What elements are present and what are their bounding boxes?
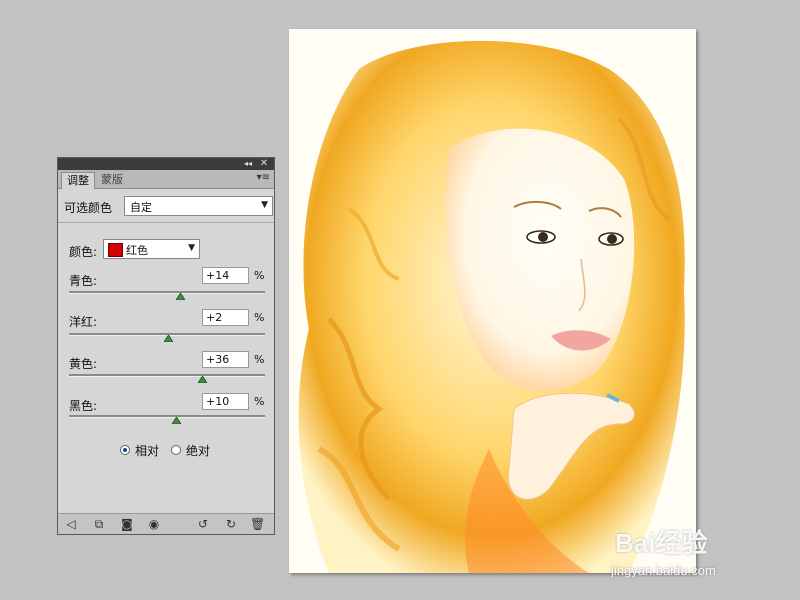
- colors-value: 红色: [126, 244, 148, 257]
- magenta-input[interactable]: +2: [202, 309, 249, 326]
- adjustments-panel: ◂◂ ✕ 调整 蒙版 ▾≡ 可选颜色 自定 ▼ 颜色: 红色 ▼ 青色: +14…: [57, 157, 275, 535]
- document-canvas[interactable]: [289, 29, 696, 573]
- percent-unit: %: [254, 269, 265, 282]
- chevron-down-icon: ▼: [261, 200, 268, 210]
- colors-label: 颜色:: [69, 245, 98, 259]
- preset-row: 可选颜色 自定 ▼: [64, 196, 273, 218]
- percent-unit: %: [254, 353, 265, 366]
- slider-thumb[interactable]: [164, 335, 174, 342]
- color-swatch: [108, 243, 123, 257]
- panel-menu-icon[interactable]: ▾≡: [257, 172, 270, 183]
- slider-label: 黑色:: [69, 399, 98, 413]
- trash-icon[interactable]: 🗑: [250, 517, 265, 531]
- preset-dropdown[interactable]: 自定 ▼: [124, 196, 273, 216]
- slider-label: 洋红:: [69, 315, 98, 329]
- percent-unit: %: [254, 311, 265, 324]
- chevron-down-icon: ▼: [188, 243, 195, 253]
- percent-unit: %: [254, 395, 265, 408]
- visibility-toggle-icon[interactable]: ◙: [120, 517, 134, 531]
- colors-dropdown[interactable]: 红色 ▼: [103, 239, 200, 259]
- baidu-watermark-logo: Bai经验: [615, 528, 708, 558]
- slider-thumb[interactable]: [197, 376, 207, 383]
- slider-thumb[interactable]: [172, 417, 182, 424]
- prev-state-icon[interactable]: ↺: [196, 517, 210, 531]
- baidu-watermark-url: jingyan.baidu.com: [611, 563, 716, 578]
- eye-icon[interactable]: ◉: [147, 517, 161, 531]
- slider-track[interactable]: [69, 291, 265, 294]
- slider-label: 青色:: [69, 274, 98, 288]
- slider-label: 黄色:: [69, 357, 98, 371]
- tab-masks[interactable]: 蒙版: [96, 172, 128, 188]
- preset-value: 自定: [130, 201, 152, 214]
- panel-titlebar[interactable]: ◂◂ ✕: [58, 158, 274, 170]
- back-arrow-icon[interactable]: ◁: [64, 517, 78, 531]
- adjustment-title: 可选颜色: [64, 201, 113, 215]
- panel-bottom-toolbar: ◁ ⧉ ◙ ◉ ↺ ↻ 🗑: [58, 513, 274, 534]
- yellow-input[interactable]: +36: [202, 351, 249, 368]
- absolute-radio[interactable]: [171, 445, 181, 455]
- reset-icon[interactable]: ↻: [224, 517, 238, 531]
- slider-track[interactable]: [69, 374, 265, 377]
- relative-radio[interactable]: [120, 445, 130, 455]
- collapse-panel-icon[interactable]: ◂◂: [242, 158, 254, 170]
- slider-track[interactable]: [69, 415, 265, 418]
- tab-adjustments[interactable]: 调整: [61, 172, 95, 189]
- cyan-input[interactable]: +14: [202, 267, 249, 284]
- clip-layer-icon[interactable]: ⧉: [92, 517, 106, 531]
- close-icon[interactable]: ✕: [258, 158, 270, 170]
- divider: [58, 222, 274, 223]
- slider-thumb[interactable]: [176, 293, 186, 300]
- portrait-image: [289, 29, 696, 573]
- black-input[interactable]: +10: [202, 393, 249, 410]
- panel-tabbar: 调整 蒙版 ▾≡: [58, 170, 274, 189]
- absolute-label[interactable]: 绝对: [186, 442, 210, 459]
- relative-label[interactable]: 相对: [135, 442, 159, 459]
